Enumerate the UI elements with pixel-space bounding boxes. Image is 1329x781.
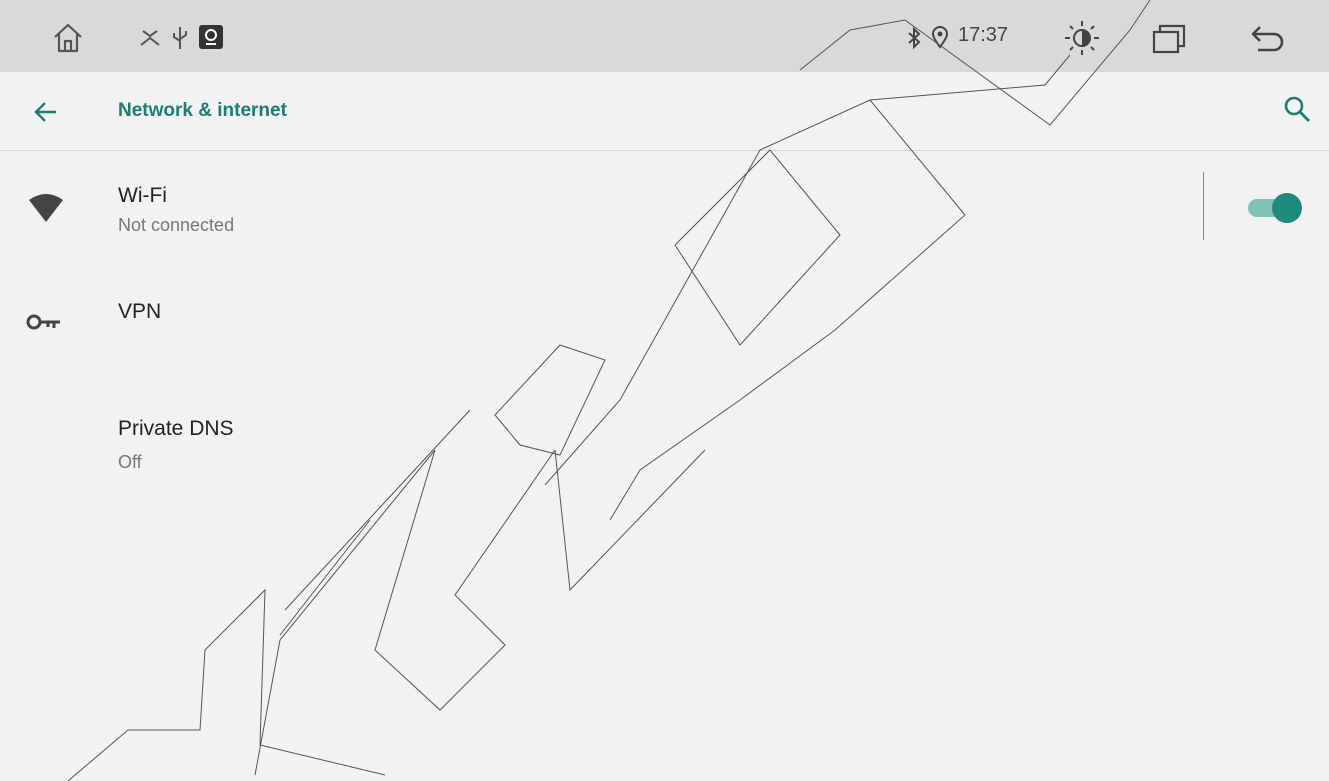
private-dns-title: Private DNS — [118, 417, 234, 440]
usb-icon — [170, 25, 190, 51]
clock: 17:37 — [958, 24, 1009, 46]
private-dns-status: Off — [118, 452, 142, 472]
back-icon[interactable] — [1248, 22, 1288, 56]
signal-icon — [138, 26, 162, 50]
vpn-title: VPN — [118, 300, 162, 323]
toggle-thumb — [1272, 193, 1302, 223]
status-bar: 17:37 — [0, 0, 1329, 72]
wifi-status: Not connected — [118, 215, 235, 235]
wifi-toggle[interactable] — [1244, 193, 1302, 223]
bluetooth-icon — [904, 26, 924, 50]
app-bar: Network & internet — [0, 72, 1329, 151]
location-badge-icon — [198, 24, 224, 50]
location-icon — [930, 25, 950, 49]
page-title: Network & internet — [118, 100, 287, 121]
vpn-key-icon — [24, 310, 64, 334]
wifi-title: Wi-Fi — [118, 184, 167, 207]
home-icon[interactable] — [50, 20, 86, 56]
back-arrow-icon[interactable] — [32, 98, 60, 126]
brightness-icon[interactable] — [1062, 18, 1102, 58]
search-icon[interactable] — [1282, 94, 1312, 124]
wifi-icon — [28, 192, 64, 224]
wifi-divider — [1203, 172, 1204, 240]
recent-apps-icon[interactable] — [1150, 22, 1190, 56]
